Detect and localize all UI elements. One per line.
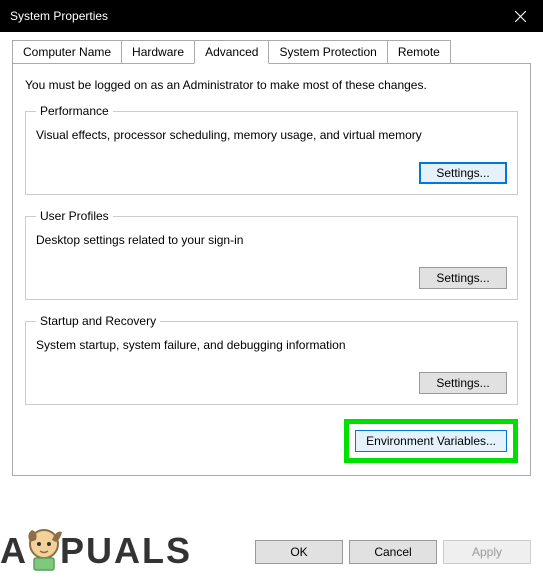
tab-panel-advanced: You must be logged on as an Administrato… [12, 64, 531, 476]
performance-description: Visual effects, processor scheduling, me… [36, 128, 507, 142]
user-profiles-settings-button[interactable]: Settings... [419, 267, 507, 289]
tab-strip: Computer Name Hardware Advanced System P… [12, 40, 531, 64]
tab-advanced[interactable]: Advanced [194, 40, 269, 64]
close-icon [515, 11, 526, 22]
cancel-button[interactable]: Cancel [349, 540, 437, 564]
tab-hardware[interactable]: Hardware [121, 40, 195, 63]
performance-group: Performance Visual effects, processor sc… [25, 104, 518, 195]
performance-settings-button[interactable]: Settings... [419, 162, 507, 184]
startup-recovery-group: Startup and Recovery System startup, sys… [25, 314, 518, 405]
environment-variables-button[interactable]: Environment Variables... [355, 430, 507, 452]
tab-remote[interactable]: Remote [387, 40, 451, 63]
admin-notice: You must be logged on as an Administrato… [25, 78, 518, 92]
user-profiles-legend: User Profiles [36, 209, 113, 223]
close-button[interactable] [498, 0, 543, 32]
window-title: System Properties [10, 9, 108, 23]
dialog-footer: OK Cancel Apply [12, 540, 531, 564]
user-profiles-group: User Profiles Desktop settings related t… [25, 209, 518, 300]
tab-system-protection[interactable]: System Protection [268, 40, 387, 63]
ok-button[interactable]: OK [255, 540, 343, 564]
titlebar: System Properties [0, 0, 543, 32]
apply-button[interactable]: Apply [443, 540, 531, 564]
dialog-content: Computer Name Hardware Advanced System P… [0, 32, 543, 526]
highlight-annotation: Environment Variables... [344, 419, 518, 463]
startup-recovery-description: System startup, system failure, and debu… [36, 338, 507, 352]
startup-recovery-legend: Startup and Recovery [36, 314, 160, 328]
user-profiles-description: Desktop settings related to your sign-in [36, 233, 507, 247]
startup-recovery-settings-button[interactable]: Settings... [419, 372, 507, 394]
performance-legend: Performance [36, 104, 113, 118]
tab-computer-name[interactable]: Computer Name [12, 40, 122, 63]
